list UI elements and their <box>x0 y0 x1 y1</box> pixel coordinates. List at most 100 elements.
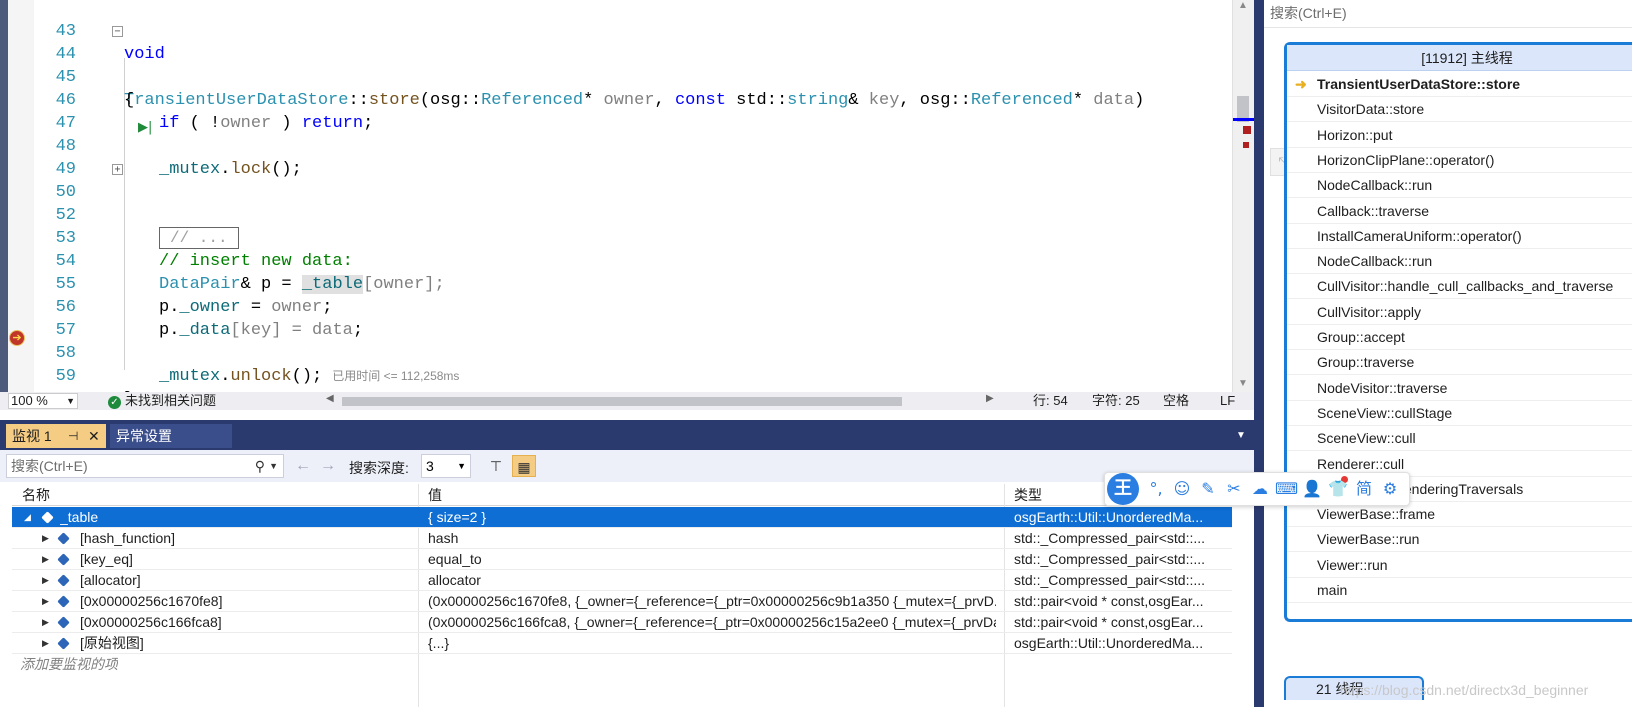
editor-horizontal-scrollbar[interactable]: ◀ ▶ <box>326 393 996 407</box>
cloud-icon[interactable]: ☁ <box>1249 478 1271 500</box>
code-line-58[interactable]: 58 _mutex.unlock(); 已用时间 <= 112,258ms <box>0 319 1232 386</box>
keyboard-icon[interactable]: ⌨ <box>1275 478 1298 500</box>
row-value[interactable]: { size=2 } <box>428 507 996 527</box>
expand-toggle-icon[interactable]: + <box>112 164 123 175</box>
filter-icon[interactable]: ⊤ <box>484 455 508 477</box>
row-value[interactable]: (0x00000256c1670fe8, {_owner={_reference… <box>428 591 996 611</box>
expand-triangle-icon[interactable]: ▶ <box>42 633 49 653</box>
stack-frame[interactable]: Horizon::put <box>1287 122 1632 148</box>
stack-frame[interactable]: Viewer::run <box>1287 552 1632 578</box>
code-line-60[interactable]: 60 <box>0 365 1232 409</box>
call-stack-search-input[interactable]: 搜索(Ctrl+E) <box>1264 0 1632 28</box>
scroll-up-icon[interactable]: ▲ <box>1238 0 1248 11</box>
row-value[interactable]: {...} <box>428 633 996 653</box>
watch-row[interactable]: ▶ [0x00000256c1670fe8] (0x00000256c1670f… <box>12 591 1232 612</box>
column-header-name[interactable]: 名称 <box>22 486 50 504</box>
editor-vertical-scrollbar[interactable]: ▲ ▼ <box>1232 0 1254 392</box>
expand-triangle-icon[interactable]: ▶ <box>42 591 49 611</box>
tab-watch-1[interactable]: 监视 1 ⊣ ✕ <box>6 424 106 448</box>
scroll-left-icon[interactable]: ◀ <box>326 393 334 404</box>
ime-logo-icon[interactable]: 王 <box>1107 473 1139 505</box>
ime-toolbar[interactable]: 王 °, ☺ ✎ ✂ ☁ ⌨ 👤 👕 简 ⚙ <box>1104 472 1410 506</box>
eol-indicator[interactable]: LF <box>1220 392 1235 410</box>
zoom-select[interactable]: 100 % ▼ <box>8 393 78 409</box>
stack-frame[interactable]: CullVisitor::apply <box>1287 299 1632 325</box>
stack-frame[interactable]: SceneView::cullStage <box>1287 400 1632 426</box>
watch-row[interactable]: ▶ [allocator] allocator std::_Compressed… <box>12 570 1232 591</box>
code-line-56[interactable]: 56 p._data[key] = data; <box>0 273 1232 340</box>
code-line-53[interactable]: 53 // insert new data: <box>0 204 1232 271</box>
code-line-59[interactable]: 59 } <box>0 342 1232 409</box>
skin-icon[interactable]: 👕 <box>1327 478 1349 500</box>
scroll-right-icon[interactable]: ▶ <box>986 393 994 404</box>
code-line-49[interactable]: 49 <box>0 135 1232 179</box>
issues-indicator[interactable]: ✓ 未找到相关问题 <box>108 392 216 410</box>
watch-row[interactable]: ▶ [key_eq] equal_to std::_Compressed_pai… <box>12 549 1232 570</box>
emoji-icon[interactable]: ☺ <box>1171 478 1193 500</box>
hscroll-thumb[interactable] <box>342 397 902 406</box>
code-line-45[interactable]: 45 { <box>0 43 1232 110</box>
row-value[interactable]: (0x00000256c166fca8, {_owner={_reference… <box>428 612 996 632</box>
tab-exception-settings[interactable]: 异常设置 <box>110 424 232 448</box>
forward-arrow-icon[interactable]: → <box>320 458 336 474</box>
stack-frame[interactable]: Callback::traverse <box>1287 198 1632 224</box>
thread-title[interactable]: [11912] 主线程 <box>1287 45 1632 71</box>
stack-frame[interactable]: Group::traverse <box>1287 349 1632 376</box>
collapse-triangle-icon[interactable]: ◢ <box>24 507 31 527</box>
stack-frame[interactable]: NodeCallback::run <box>1287 172 1632 199</box>
stack-frame[interactable]: NodeCallback::run <box>1287 248 1632 275</box>
stack-frame[interactable]: main <box>1287 577 1632 603</box>
code-line-50[interactable]: 50 + // ... <box>0 158 1232 249</box>
scroll-down-icon[interactable]: ▼ <box>1238 378 1248 389</box>
column-header-value[interactable]: 值 <box>428 486 442 504</box>
scissors-icon[interactable]: ✂ <box>1223 478 1245 500</box>
watch-row[interactable]: ▶ [hash_function] hash std::_Compressed_… <box>12 528 1232 549</box>
stack-frame-current[interactable]: ➜ TransientUserDataStore::store <box>1287 71 1632 97</box>
expand-triangle-icon[interactable]: ▶ <box>42 612 49 632</box>
stack-frame[interactable]: HorizonClipPlane::operator() <box>1287 147 1632 173</box>
column-header-type[interactable]: 类型 <box>1014 486 1042 504</box>
watch-row[interactable]: ◢ _table { size=2 } osgEarth::Util::Unor… <box>12 507 1232 528</box>
stack-frame[interactable]: NodeVisitor::traverse <box>1287 375 1632 401</box>
stack-frame[interactable]: ViewerBase::run <box>1287 526 1632 553</box>
watch-row[interactable]: ▶ [0x00000256c166fca8] (0x00000256c166fc… <box>12 612 1232 633</box>
simplified-icon[interactable]: 简 <box>1353 478 1375 500</box>
punctuation-icon[interactable]: °, <box>1145 478 1167 500</box>
code-line-48[interactable]: 48 _mutex.lock(); <box>0 112 1232 179</box>
line-indicator[interactable]: 行: 54 <box>1033 392 1068 410</box>
row-value[interactable]: hash <box>428 528 996 548</box>
search-depth-select[interactable]: 3 ▼ <box>421 454 471 478</box>
code-line-54[interactable]: 54 DataPair& p = _table[owner]; <box>0 227 1232 294</box>
code-line-47[interactable]: 47 <box>0 89 1232 133</box>
code-line-55[interactable]: 55 p._owner = owner; <box>0 250 1232 317</box>
run-to-click-icon[interactable]: ▶| <box>138 120 154 136</box>
expand-triangle-icon[interactable]: ▶ <box>42 528 49 548</box>
handwrite-icon[interactable]: ✎ <box>1197 478 1219 500</box>
expand-triangle-icon[interactable]: ▶ <box>42 549 49 569</box>
chevron-down-icon[interactable]: ▼ <box>269 455 278 477</box>
row-value[interactable]: allocator <box>428 570 996 590</box>
stack-frame[interactable]: InstallCameraUniform::operator() <box>1287 223 1632 249</box>
search-icon[interactable]: ⚲ <box>255 455 265 477</box>
code-editor[interactable]: 43 void 44 − TransientUserDataStore::sto… <box>0 0 1254 410</box>
stack-frame[interactable]: CullVisitor::handle_cull_callbacks_and_t… <box>1287 273 1632 300</box>
breakpoint-current-icon[interactable]: ➔ <box>9 330 25 346</box>
code-line-52[interactable]: 52 <box>0 181 1232 225</box>
char-indicator[interactable]: 字符: 25 <box>1092 392 1140 410</box>
user-icon[interactable]: 👤 <box>1301 478 1323 500</box>
whitespace-indicator[interactable]: 空格 <box>1163 392 1189 410</box>
add-watch-hint[interactable]: 添加要监视的项 <box>20 654 118 674</box>
back-arrow-icon[interactable]: ← <box>295 458 311 474</box>
hex-display-icon[interactable]: ▦ <box>512 455 536 477</box>
stack-frame[interactable]: VisitorData::store <box>1287 96 1632 123</box>
stack-frame[interactable]: Group::accept <box>1287 324 1632 350</box>
expand-triangle-icon[interactable]: ▶ <box>42 570 49 590</box>
watch-search-input[interactable]: 搜索(Ctrl+E) ⚲ ▼ <box>6 454 284 478</box>
code-line-46[interactable]: 46 if ( !owner ) return; <box>0 66 1232 133</box>
add-watch-row[interactable]: 添加要监视的项 <box>12 654 1232 675</box>
code-line-43[interactable]: 43 void <box>0 0 1232 64</box>
code-line-57[interactable]: 57 <box>0 296 1232 340</box>
row-value[interactable]: equal_to <box>428 549 996 569</box>
panel-splitter[interactable] <box>1254 0 1264 707</box>
close-icon[interactable]: ✕ <box>88 424 100 448</box>
